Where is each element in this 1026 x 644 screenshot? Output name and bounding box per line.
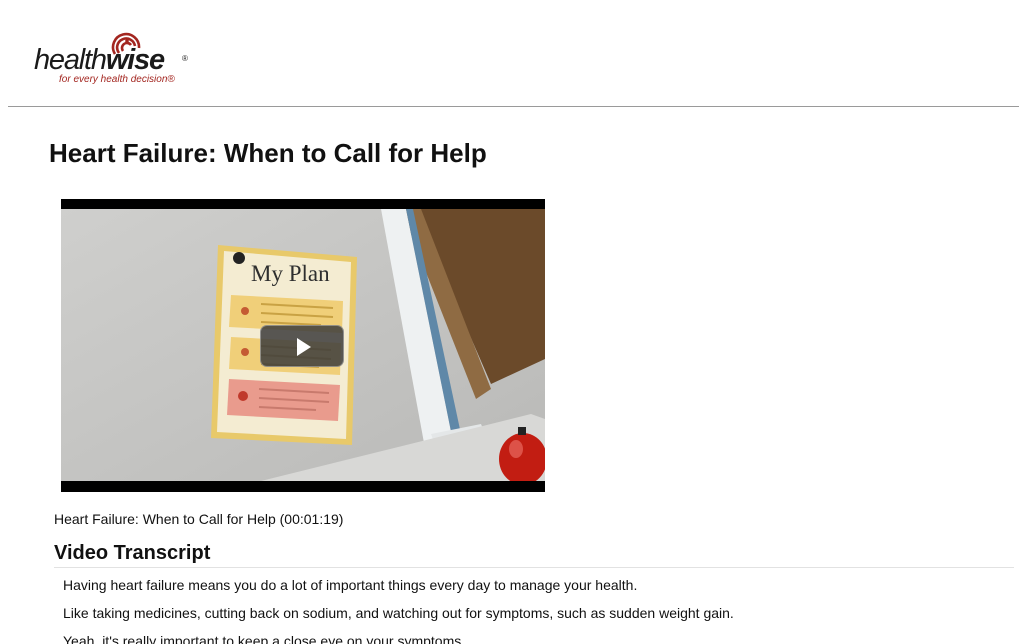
transcript-paragraph: Having heart failure means you do a lot … [63,577,638,593]
play-icon [297,338,311,356]
registered-mark: ® [182,54,188,63]
transcript-body: Having heart failure means you do a lot … [63,577,1003,644]
transcript-paragraph: Like taking medicines, cutting back on s… [63,605,734,621]
logo-wordmark: healthwise [34,44,165,76]
transcript-heading: Video Transcript [54,542,211,564]
logo-tagline: for every health decision® [59,74,175,85]
header-divider [8,106,1019,107]
healthwise-logo[interactable]: healthwise ® for every health decision® [34,24,204,88]
video-poster[interactable]: My Plan [61,209,545,481]
page: healthwise ® for every health decision® … [0,0,1026,644]
poster-my-plan-text: My Plan [251,261,330,286]
transcript-divider [54,567,1014,568]
video-caption: Heart Failure: When to Call for Help (00… [54,511,344,527]
page-title: Heart Failure: When to Call for Help [49,138,487,168]
play-button[interactable] [260,325,344,367]
video-player[interactable]: My Plan [61,199,545,492]
transcript-paragraph: Yeah, it's really important to keep a cl… [63,633,466,644]
